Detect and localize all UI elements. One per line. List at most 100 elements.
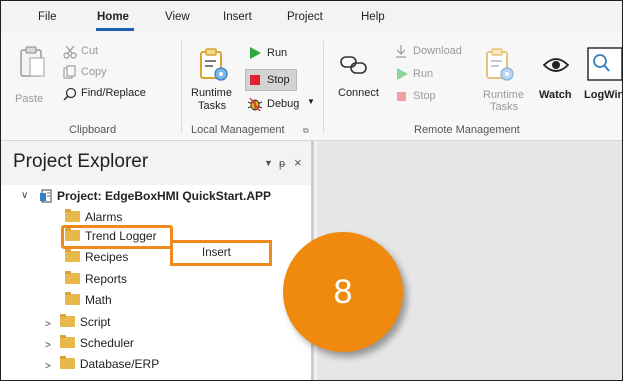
tree-item-recipes[interactable]: Recipes: [65, 249, 129, 264]
step-callout: 8: [283, 232, 403, 352]
tab-file[interactable]: File: [38, 11, 57, 23]
runtime-label: Runtime: [191, 87, 232, 99]
tree-item-label: Script: [79, 315, 111, 329]
tab-help[interactable]: Help: [361, 11, 385, 23]
folder-icon: [65, 271, 80, 284]
trend-logger-highlight: [61, 225, 173, 249]
remote-tasks-label: Tasks: [490, 101, 519, 113]
copy-icon: [63, 65, 76, 79]
paste-button[interactable]: Paste: [13, 41, 53, 111]
connect-button[interactable]: Connect: [329, 41, 383, 121]
chevron-down-icon[interactable]: ∨: [21, 190, 28, 201]
search-icon: [63, 87, 77, 101]
find-replace-label: Find/Replace: [81, 87, 146, 99]
eye-icon: [542, 58, 570, 72]
step-number: 8: [333, 273, 353, 311]
tree-item-alarms[interactable]: Alarms: [65, 209, 123, 224]
dialog-launcher-icon[interactable]: ⧉: [303, 126, 309, 136]
folder-icon: [59, 314, 75, 327]
context-menu-insert[interactable]: Insert: [202, 247, 231, 259]
menu-bar: File Home View Insert Project Help: [1, 1, 622, 33]
clipboard-group-label: Clipboard: [69, 124, 117, 136]
app-window: File Home View Insert Project Help Paste: [0, 0, 623, 381]
local-stop-label: Stop: [267, 74, 290, 86]
project-root-node[interactable]: ∨ Project: EdgeBoxHMI QuickStart.APP: [1, 187, 314, 205]
close-icon[interactable]: ×: [294, 155, 302, 170]
cut-button[interactable]: Cut: [63, 43, 123, 61]
logwin-button[interactable]: LogWin: [583, 41, 623, 121]
chevron-right-icon[interactable]: >: [45, 340, 51, 351]
tab-view[interactable]: View: [165, 11, 190, 23]
tree-item-label: Database/ERP: [79, 357, 160, 371]
download-label: Download: [413, 45, 462, 57]
local-run-label: Run: [267, 47, 288, 59]
pin-icon[interactable]: ᵽ: [279, 158, 285, 170]
chevron-right-icon[interactable]: >: [45, 319, 51, 330]
download-button[interactable]: Download: [393, 43, 473, 61]
runtime-tasks-button[interactable]: Runtime Tasks: [187, 41, 239, 121]
watch-label: Watch: [539, 89, 572, 101]
project-explorer-header: Project Explorer ▼ ᵽ ×: [1, 141, 311, 185]
stop-icon: [250, 75, 260, 85]
tree-item-script[interactable]: > Script: [45, 314, 111, 330]
tree-item-label: Scheduler: [79, 336, 134, 350]
runtime-tasks-icon: [200, 48, 228, 81]
log-window-icon: [587, 47, 622, 81]
watch-button[interactable]: Watch: [537, 41, 579, 121]
panel-menu-chevron-icon[interactable]: ▼: [264, 158, 273, 168]
folder-icon: [59, 335, 75, 348]
context-menu: Insert: [170, 240, 272, 266]
folder-icon: [65, 209, 80, 222]
ribbon-separator: [323, 41, 324, 133]
debug-label: Debug: [267, 98, 300, 110]
folder-icon: [65, 249, 80, 262]
connect-label: Connect: [338, 87, 379, 99]
ribbon: Paste Cut Copy Find/Replace Clipboard Ru…: [1, 33, 622, 141]
logwin-label: LogWin: [584, 89, 623, 101]
tree-item-label: Recipes: [85, 250, 129, 264]
folder-icon: [65, 292, 80, 305]
tasks-label: Tasks: [198, 100, 227, 112]
cut-label: Cut: [81, 45, 99, 57]
stop-icon: [397, 92, 406, 101]
tree-item-label: Reports: [85, 272, 128, 286]
tab-home[interactable]: Home: [97, 11, 129, 23]
play-icon: [397, 68, 408, 80]
tab-insert[interactable]: Insert: [223, 11, 252, 23]
paste-icon: [20, 46, 45, 77]
scissors-icon: [63, 45, 77, 59]
remote-run-label: Run: [413, 68, 434, 80]
tree-item-label: Alarms: [85, 210, 123, 224]
tree-item-scheduler[interactable]: > Scheduler: [45, 335, 134, 351]
chevron-down-icon: ▼: [307, 97, 315, 106]
remote-stop-label: Stop: [413, 90, 436, 102]
download-icon: [396, 45, 406, 58]
tree-item-label: Math: [85, 293, 112, 307]
active-tab-indicator: [96, 28, 134, 31]
tree-item-reports[interactable]: Reports: [65, 271, 128, 286]
tree-item-math[interactable]: Math: [65, 292, 112, 307]
project-file-icon: [40, 189, 52, 203]
debug-button[interactable]: Debug ▼: [246, 96, 321, 114]
remote-run-button[interactable]: Run: [393, 66, 443, 84]
local-management-group-label: Local Management: [191, 124, 285, 136]
remote-runtime-tasks-button[interactable]: Runtime Tasks: [479, 41, 533, 121]
project-root-label: Project: EdgeBoxHMI QuickStart.APP: [57, 189, 272, 203]
ribbon-separator: [181, 41, 182, 133]
copy-button[interactable]: Copy: [63, 64, 123, 82]
tree-item-database-erp[interactable]: > Database/ERP: [45, 356, 160, 372]
project-explorer-title: Project Explorer: [13, 151, 149, 172]
remote-stop-button[interactable]: Stop: [393, 88, 443, 106]
chevron-right-icon[interactable]: >: [45, 361, 51, 372]
remote-runtime-label: Runtime: [483, 89, 524, 101]
local-run-button[interactable]: Run: [246, 45, 296, 63]
tab-project[interactable]: Project: [287, 11, 323, 23]
local-stop-button[interactable]: Stop: [245, 69, 297, 91]
find-replace-button[interactable]: Find/Replace: [63, 85, 173, 103]
paste-label: Paste: [15, 93, 44, 105]
link-icon: [340, 56, 367, 74]
bug-icon: [247, 97, 263, 112]
runtime-tasks-icon: [486, 48, 514, 81]
copy-label: Copy: [81, 66, 107, 78]
folder-icon: [59, 356, 75, 369]
